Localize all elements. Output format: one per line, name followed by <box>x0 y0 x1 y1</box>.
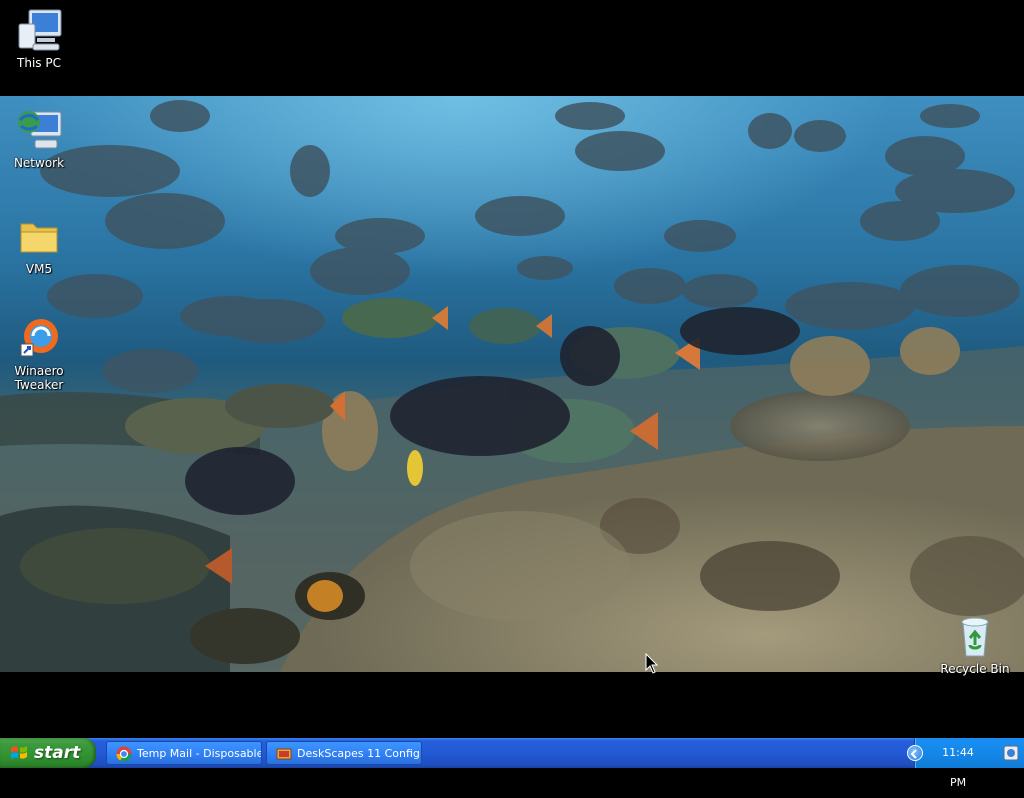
mouse-cursor-icon <box>645 652 659 675</box>
deskscapes-icon <box>276 746 292 762</box>
system-tray: 11:44 PM <box>907 738 1024 789</box>
desktop-icon-recycle-bin[interactable]: Recycle Bin <box>936 612 1014 676</box>
desktop-icon-label: Recycle Bin <box>940 662 1010 676</box>
desktop-icon-winaero-tweaker[interactable]: Winaero Tweaker <box>0 314 78 392</box>
underwater-scene-illustration <box>0 100 1024 672</box>
tray-expand-chevron-icon[interactable] <box>907 745 923 761</box>
taskbar-button-label: DeskScapes 11 Config... <box>297 747 422 760</box>
desktop-icon-this-pc[interactable]: This PC <box>0 6 78 70</box>
network-icon <box>15 106 63 154</box>
clock[interactable]: 11:44 PM <box>933 738 983 798</box>
windows-logo-icon <box>10 745 28 761</box>
folder-icon <box>15 212 63 260</box>
chrome-icon <box>116 746 132 762</box>
desktop-icon-vm5[interactable]: VM5 <box>0 212 78 276</box>
winaero-tweaker-icon <box>15 314 63 362</box>
start-label: start <box>34 743 81 763</box>
taskbar: start Temp Mail - Disposable... DeskScap… <box>0 738 1024 789</box>
desktop-icon-label: VM5 <box>25 262 53 276</box>
desktop-icon-label: Winaero Tweaker <box>14 364 64 392</box>
desktop-icon-network[interactable]: Network <box>0 106 78 170</box>
recycle-bin-icon <box>951 612 999 660</box>
computer-icon <box>15 6 63 54</box>
desktop-icon-label: Network <box>13 156 65 170</box>
desktop-icon-label: This PC <box>17 56 61 70</box>
taskbar-button-label: Temp Mail - Disposable... <box>137 747 262 760</box>
desktop-wallpaper <box>0 96 1024 672</box>
start-button[interactable]: start <box>0 738 96 768</box>
taskbar-button-temp-mail[interactable]: Temp Mail - Disposable... <box>106 741 262 765</box>
tray-app-icon[interactable] <box>1003 745 1019 761</box>
taskbar-button-deskscapes[interactable]: DeskScapes 11 Config... <box>266 741 422 765</box>
